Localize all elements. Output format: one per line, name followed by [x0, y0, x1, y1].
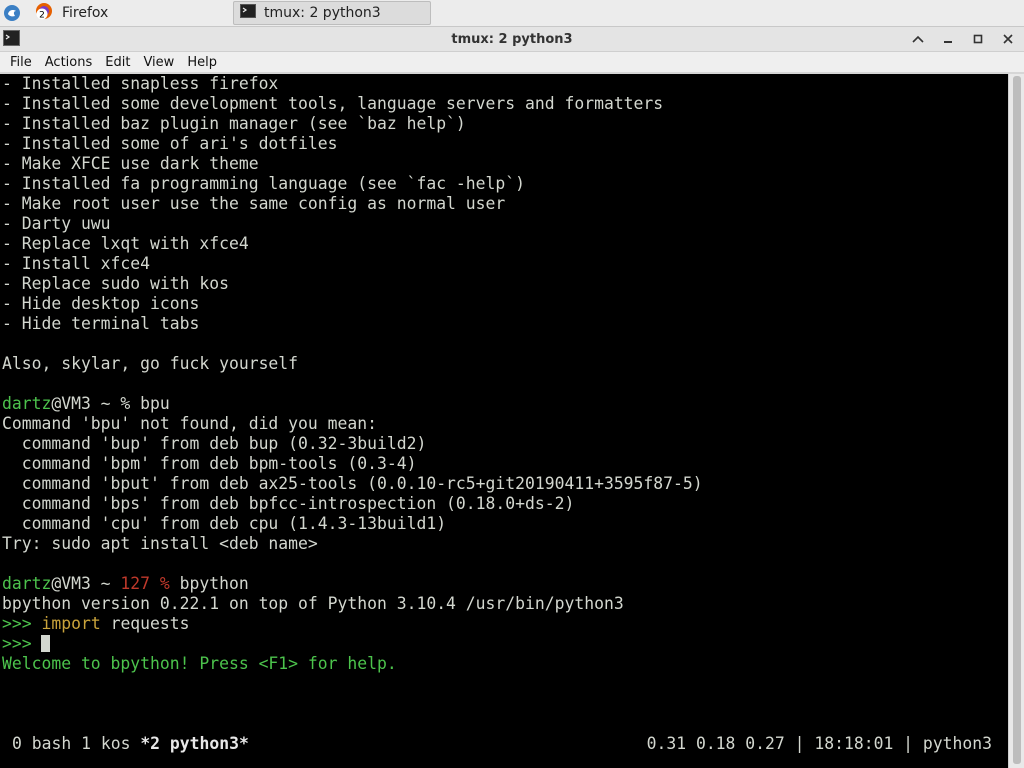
- terminal-line: - Hide terminal tabs: [2, 314, 200, 333]
- terminal-line: Also, skylar, go fuck yourself: [2, 354, 299, 373]
- menu-actions[interactable]: Actions: [39, 55, 100, 70]
- prompt-exit-code: 127 %: [120, 574, 170, 593]
- chevron-up-icon: [912, 35, 924, 43]
- menu-edit[interactable]: Edit: [99, 55, 137, 70]
- bpython-welcome: Welcome to bpython! Press <F1> for help.: [2, 654, 397, 673]
- prompt-host: @VM3 ~: [51, 574, 121, 593]
- terminal-line: command 'cpu' from deb cpu (1.4.3-13buil…: [2, 514, 447, 533]
- app-menu-button[interactable]: [0, 1, 24, 25]
- bpython-version: bpython version 0.22.1 on top of Python …: [2, 594, 624, 613]
- text-cursor: [41, 635, 51, 652]
- scrollbar-thumb[interactable]: [1013, 76, 1021, 764]
- repl-prompt: >>>: [2, 614, 42, 633]
- repl-input-line[interactable]: >>>: [2, 634, 51, 654]
- terminal-line: command 'bput' from deb ax25-tools (0.0.…: [2, 474, 703, 493]
- terminal-line: command 'bup' from deb bup (0.32-3build2…: [2, 434, 427, 453]
- terminal-line: - Darty uwu: [2, 214, 111, 233]
- minimize-button[interactable]: [940, 30, 956, 48]
- firefox-badge: 2: [39, 11, 45, 21]
- taskbar-firefox-label: Firefox: [62, 5, 109, 21]
- terminal-line: - Installed baz plugin manager (see `baz…: [2, 114, 466, 133]
- close-button[interactable]: [1000, 30, 1016, 48]
- firefox-icon: 2: [34, 1, 54, 25]
- shell-prompt: dartz@VM3 ~ 127 % bpython: [2, 574, 249, 594]
- prompt-user: dartz: [2, 394, 52, 413]
- prompt-command: bpu: [140, 394, 170, 413]
- taskbar-firefox[interactable]: 2 Firefox: [30, 1, 225, 25]
- repl-code: requests: [100, 614, 190, 633]
- taskbar-terminal-label: tmux: 2 python3: [264, 5, 381, 21]
- terminal-line: - Installed some of ari's dotfiles: [2, 134, 338, 153]
- tmux-window-active[interactable]: *2 python3*: [140, 734, 249, 753]
- terminal-line: - Make XFCE use dark theme: [2, 154, 259, 173]
- window-titlebar[interactable]: tmux: 2 python3: [0, 27, 1024, 52]
- tmux-status-right: 0.31 0.18 0.27 | 18:18:01 | python3: [646, 734, 992, 753]
- repl-line: >>> import requests: [2, 614, 190, 634]
- terminal-line: - Installed snapless firefox: [2, 74, 279, 93]
- menu-view[interactable]: View: [137, 55, 181, 70]
- menubar: File Actions Edit View Help: [0, 52, 1024, 72]
- tmux-window-0[interactable]: 0 bash: [12, 734, 71, 753]
- maximize-button[interactable]: [970, 30, 986, 48]
- prompt-command: bpython: [169, 574, 249, 593]
- terminal-line: - Install xfce4: [2, 254, 151, 273]
- taskbar: 2 Firefox tmux: 2 python3: [0, 0, 1024, 27]
- terminal-line: - Replace sudo with kos: [2, 274, 229, 293]
- terminal-line: Try: sudo apt install <deb name>: [2, 534, 318, 553]
- terminal-line: - Hide desktop icons: [2, 294, 200, 313]
- window-title: tmux: 2 python3: [451, 31, 573, 47]
- terminal-line: command 'bps' from deb bpfcc-introspecti…: [2, 494, 575, 513]
- shade-button[interactable]: [910, 30, 926, 48]
- prompt-user: dartz: [2, 574, 52, 593]
- terminal-line: - Make root user use the same config as …: [2, 194, 506, 213]
- minimize-icon: [944, 41, 952, 43]
- taskbar-terminal[interactable]: tmux: 2 python3: [233, 1, 431, 25]
- terminal-line: Command 'bpu' not found, did you mean:: [2, 414, 377, 433]
- terminal-icon: [240, 4, 256, 22]
- terminal-area[interactable]: - Installed snapless firefox - Installed…: [0, 74, 1008, 768]
- terminal-line: - Replace lxqt with xfce4: [2, 234, 249, 253]
- prompt-host: @VM3 ~ %: [51, 394, 141, 413]
- menu-file[interactable]: File: [0, 55, 39, 70]
- terminal-line: command 'bpm' from deb bpm-tools (0.3-4): [2, 454, 417, 473]
- shell-prompt: dartz@VM3 ~ % bpu: [2, 394, 170, 414]
- terminal-line: - Installed some development tools, lang…: [2, 94, 664, 113]
- repl-prompt: >>>: [2, 634, 42, 653]
- menu-help[interactable]: Help: [181, 55, 224, 70]
- tmux-window-1[interactable]: 1 kos: [81, 734, 130, 753]
- terminal-scrollbar[interactable]: [1008, 74, 1024, 768]
- close-icon: [1003, 34, 1013, 44]
- app-menu-icon: [4, 5, 20, 21]
- repl-keyword: import: [41, 614, 101, 633]
- terminal-line: - Installed fa programming language (see…: [2, 174, 526, 193]
- tmux-window-list: 0 bash 1 kos *2 python3*: [12, 734, 249, 754]
- maximize-icon: [973, 34, 983, 44]
